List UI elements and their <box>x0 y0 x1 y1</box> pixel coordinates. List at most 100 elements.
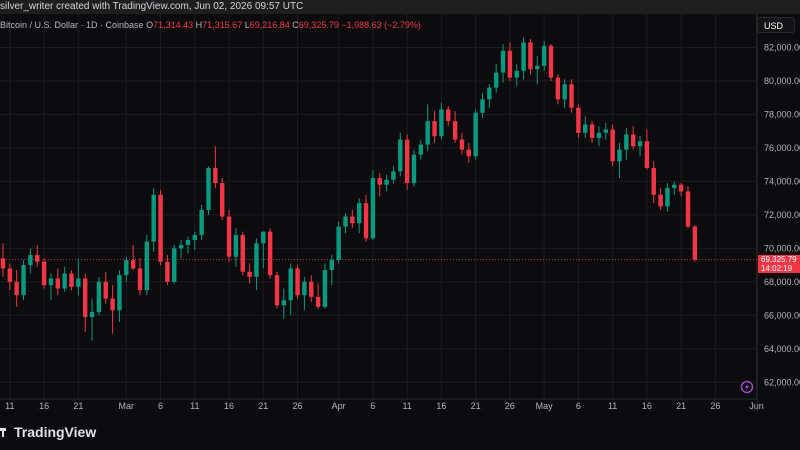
candle-body <box>96 281 102 312</box>
close-value: 69,325.79 <box>298 20 339 30</box>
x-tick-label: 16 <box>436 401 446 411</box>
caption-text: silver_writer created with TradingView.c… <box>0 1 304 12</box>
open-value: 71,314.43 <box>153 20 194 30</box>
y-tick-label: 64,000.00 <box>764 344 800 354</box>
candle-body <box>130 260 136 269</box>
candle-body <box>213 168 218 184</box>
low-value: 69,216.84 <box>249 20 290 30</box>
x-tick-label: 21 <box>676 401 686 411</box>
currency-button[interactable]: USD <box>757 17 795 33</box>
candle-body <box>439 109 444 137</box>
candle-body <box>500 50 506 73</box>
candle-body <box>384 179 389 185</box>
candle-body <box>418 144 424 155</box>
candle-body <box>692 226 698 260</box>
tradingview-logo[interactable]: TradingView <box>0 424 96 440</box>
footer-bar <box>0 412 800 450</box>
candle-body <box>124 260 129 276</box>
candle-body <box>644 141 650 168</box>
change-value: −1,988.63 (−2.79%) <box>341 20 421 30</box>
candle-body <box>7 268 13 282</box>
candle-body <box>473 112 478 157</box>
candle-body <box>103 281 108 299</box>
candle-body <box>247 271 252 277</box>
candle-body <box>610 129 615 162</box>
candle-body <box>185 239 191 245</box>
candle-body <box>35 255 40 262</box>
candle-body <box>391 171 396 180</box>
candle-body <box>240 234 245 272</box>
candle-body <box>637 141 643 147</box>
candle-body <box>226 216 232 257</box>
x-tick-label: 21 <box>73 401 83 411</box>
candle-body <box>322 270 328 307</box>
candle-body <box>295 268 300 296</box>
candle-body <box>267 231 273 276</box>
candle-body <box>83 278 88 317</box>
candle-body <box>329 260 334 271</box>
y-tick-label: 70,000.00 <box>764 243 800 253</box>
symbol-label: Bitcoin / U.S. Dollar · 1D · Coinbase <box>0 20 144 30</box>
candle-body <box>631 134 636 147</box>
candle-body <box>55 278 60 289</box>
candle-body <box>315 296 321 307</box>
candle-body <box>535 65 540 70</box>
candle-body <box>281 300 287 306</box>
candle-body <box>69 273 74 287</box>
x-tick-label: 21 <box>258 401 268 411</box>
candle-body <box>370 178 376 239</box>
candle-body <box>432 121 437 137</box>
high-value: 71,315.67 <box>202 20 243 30</box>
last-price-tag: 69,325.79 14:02:19 <box>758 254 800 273</box>
candle-body <box>583 124 588 133</box>
y-tick-label: 66,000.00 <box>764 310 800 320</box>
candle-body <box>343 216 348 227</box>
candle-body <box>672 184 677 189</box>
candle-body <box>178 245 184 249</box>
x-tick-label: 21 <box>471 401 481 411</box>
candle-body <box>487 87 492 100</box>
x-tick-label: 26 <box>293 401 303 411</box>
candle-body <box>14 281 19 296</box>
candle-body <box>110 298 115 311</box>
candle-body <box>254 243 259 277</box>
x-tick-label: Apr <box>332 401 346 411</box>
candle-body <box>274 275 280 306</box>
candle-body <box>569 84 574 108</box>
candle-body <box>144 241 150 291</box>
candle-body <box>678 184 684 192</box>
x-tick-label: 16 <box>642 401 652 411</box>
candle-body <box>206 168 211 210</box>
y-tick-label: 78,000.00 <box>764 109 800 119</box>
candle-body <box>480 99 485 113</box>
candle-body <box>76 278 81 287</box>
price-chart[interactable]: 62,000.00 64,000.00 66,000.00 68,000.00 70,0… <box>0 14 800 426</box>
x-tick-label: May <box>536 401 554 411</box>
candle-body <box>446 109 451 122</box>
x-tick-label: 16 <box>39 401 49 411</box>
candle-body <box>117 275 122 311</box>
last-price-value: 69,325.79 <box>761 254 797 264</box>
candle-body <box>220 183 225 217</box>
x-tick-label: 16 <box>224 401 234 411</box>
candle-body <box>685 191 691 227</box>
candlestick-chart[interactable]: 62,000.00 64,000.00 66,000.00 68,000.00 70,0… <box>0 14 800 426</box>
x-tick-label: 26 <box>710 401 720 411</box>
candle-body <box>377 178 382 185</box>
y-tick-label: 82,000.00 <box>764 42 800 52</box>
candle-body <box>665 188 670 207</box>
candle-body <box>548 45 554 78</box>
x-tick-label: Mar <box>119 401 135 411</box>
candle-body <box>411 154 417 184</box>
candle-body <box>589 124 595 138</box>
candle-body <box>233 234 239 257</box>
caption-bar: silver_writer created with TradingView.c… <box>0 0 800 14</box>
candle-body <box>288 268 293 301</box>
candle-body <box>158 194 163 262</box>
flash-icon[interactable] <box>740 380 754 394</box>
bar-countdown: 14:02:19 <box>761 263 793 273</box>
x-tick-label: 26 <box>505 401 515 411</box>
x-tick-label: 6 <box>576 401 581 411</box>
candle-body <box>363 203 369 239</box>
candle-body <box>425 121 430 145</box>
